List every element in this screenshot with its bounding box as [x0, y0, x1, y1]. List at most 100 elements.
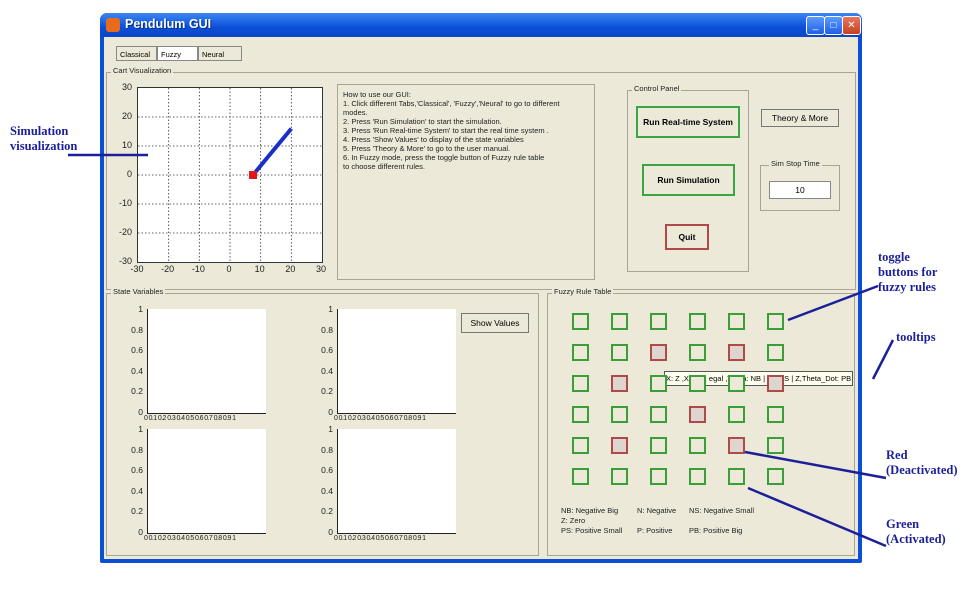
annotation-red-deactivated: Red (Deactivated) — [886, 448, 958, 478]
y-tick-label: 0 — [328, 526, 333, 537]
legend-ns: NS: Negative Small — [689, 506, 755, 515]
y-tick-label: 0.2 — [131, 386, 143, 396]
fuzzy-rule-toggle-r5c4[interactable] — [689, 437, 706, 454]
fuzzy-rule-toggle-r4c2[interactable] — [611, 406, 628, 423]
instruction-line: 4. Press 'Show Values' to display of the… — [343, 135, 524, 144]
quit-button[interactable]: Quit — [665, 224, 709, 250]
fuzzy-rule-toggle-r5c2[interactable] — [611, 437, 628, 454]
fuzzy-rule-toggle-r2c4[interactable] — [689, 344, 706, 361]
x-tick-label: 20 — [285, 264, 296, 274]
fuzzy-rule-toggle-r2c3[interactable] — [650, 344, 667, 361]
y-tick-label: 0.6 — [131, 345, 143, 355]
y-tick-label: 0 — [126, 169, 132, 179]
x-tick-label: 30 — [316, 264, 327, 274]
fuzzy-rule-toggle-r4c4[interactable] — [689, 406, 706, 423]
fuzzy-rule-toggle-r5c5[interactable] — [728, 437, 745, 454]
fuzzy-rule-toggle-r6c2[interactable] — [611, 468, 628, 485]
fuzzy-rule-toggle-r3c5[interactable] — [728, 375, 745, 392]
state-plot — [337, 309, 456, 414]
x-tick-label: 10 — [254, 264, 265, 274]
close-icon[interactable]: ✕ — [842, 16, 861, 35]
fuzzy-rule-toggle-r1c4[interactable] — [689, 313, 706, 330]
fuzzy-rule-toggle-r6c5[interactable] — [728, 468, 745, 485]
tab-neural[interactable]: Neural — [198, 46, 242, 61]
y-tick-label: 10 — [121, 140, 132, 150]
title-bar[interactable]: Pendulum GUI _ □ ✕ — [100, 13, 862, 37]
y-tick-label: 1 — [328, 304, 333, 314]
fuzzy-rule-toggle-r6c6[interactable] — [767, 468, 784, 485]
pendulum-gui-window: Pendulum GUI _ □ ✕ Classical Fuzzy Neura… — [100, 13, 862, 563]
fuzzy-rule-toggle-r3c4[interactable] — [689, 375, 706, 392]
legend-z: Z: Zero — [561, 516, 586, 525]
annotation-line: buttons for — [878, 265, 938, 279]
window-client-area: Classical Fuzzy Neural Cart Visualizatio… — [104, 37, 858, 559]
fuzzy-rule-toggle-r3c1[interactable] — [572, 375, 589, 392]
annotation-line: visualization — [10, 139, 78, 153]
y-tick-label: 0.2 — [321, 386, 333, 396]
fuzzy-rule-toggle-r1c2[interactable] — [611, 313, 628, 330]
fuzzy-rule-toggle-r6c1[interactable] — [572, 468, 589, 485]
fuzzy-rule-toggle-r2c2[interactable] — [611, 344, 628, 361]
fuzzy-rule-toggle-r1c1[interactable] — [572, 313, 589, 330]
minimize-icon[interactable]: _ — [806, 16, 825, 35]
y-tick-label: -20 — [118, 227, 132, 237]
run-real-time-system-button[interactable]: Run Real-time System — [636, 106, 740, 138]
panel-label: Cart Visualization — [111, 66, 174, 75]
fuzzy-rule-toggle-r4c3[interactable] — [650, 406, 667, 423]
legend-nb: NB: Negative Big — [561, 506, 619, 515]
y-tick-label: 0.6 — [321, 345, 333, 355]
fuzzy-rule-toggle-r1c5[interactable] — [728, 313, 745, 330]
annotation-line: (Deactivated) — [886, 463, 958, 477]
y-tick-label: -10 — [118, 198, 132, 208]
y-tick-label: 1 — [138, 424, 143, 434]
y-tick-label: 0.4 — [321, 485, 333, 496]
fuzzy-rule-toggle-r4c6[interactable] — [767, 406, 784, 423]
x-tick-label: -20 — [161, 264, 175, 274]
instruction-line: modes. — [343, 108, 368, 117]
fuzzy-rule-toggle-r4c5[interactable] — [728, 406, 745, 423]
fuzzy-rule-toggle-r3c6[interactable] — [767, 375, 784, 392]
fuzzy-rule-toggle-r5c6[interactable] — [767, 437, 784, 454]
legend-pb: PB: Positive Big — [689, 526, 743, 535]
annotation-line: toggle — [878, 250, 910, 264]
fuzzy-rule-toggle-r6c4[interactable] — [689, 468, 706, 485]
tab-fuzzy[interactable]: Fuzzy — [157, 46, 198, 61]
fuzzy-rule-toggle-r1c3[interactable] — [650, 313, 667, 330]
fuzzy-rule-toggle-r2c1[interactable] — [572, 344, 589, 361]
annotation-green-activated: Green (Activated) — [886, 517, 946, 547]
y-tick-label: 1 — [138, 304, 143, 314]
y-tick-label: 1 — [328, 424, 333, 434]
cart-plot-canvas — [138, 88, 322, 262]
annotation-line: Green — [886, 517, 920, 531]
instruction-line: 3. Press 'Run Real-time System' to start… — [343, 126, 549, 135]
show-values-button[interactable]: Show Values — [461, 313, 529, 333]
fuzzy-rule-toggle-r6c3[interactable] — [650, 468, 667, 485]
y-tick-label: 0 — [138, 406, 143, 417]
instruction-line: 5. Press 'Theory & More' to go to the us… — [343, 144, 511, 153]
fuzzy-rule-toggle-r5c1[interactable] — [572, 437, 589, 454]
y-tick-label: 0.4 — [131, 365, 143, 376]
fuzzy-rule-toggle-r4c1[interactable] — [572, 406, 589, 423]
matlab-icon — [106, 18, 120, 32]
sim-stop-time-input[interactable]: 10 — [769, 181, 831, 199]
tab-classical[interactable]: Classical — [116, 46, 157, 61]
annotation-line: tooltips — [896, 330, 936, 344]
legend-p: P: Positive — [637, 526, 673, 535]
instruction-line: 2. Press 'Run Simulation' to start the s… — [343, 117, 502, 126]
y-tick-label: 30 — [121, 82, 132, 92]
fuzzy-rule-toggle-r5c3[interactable] — [650, 437, 667, 454]
fuzzy-rule-toggle-r3c3[interactable] — [650, 375, 667, 392]
instructions-heading: How to use our GUI: — [343, 90, 411, 99]
instructions-box: How to use our GUI: 1. Click different T… — [337, 84, 595, 280]
annotation-line: Simulation — [10, 124, 69, 138]
maximize-icon[interactable]: □ — [824, 16, 843, 35]
fuzzy-rule-toggle-r2c5[interactable] — [728, 344, 745, 361]
fuzzy-rule-toggle-r2c6[interactable] — [767, 344, 784, 361]
run-simulation-button[interactable]: Run Simulation — [642, 164, 735, 196]
cart-plot — [137, 87, 323, 263]
fuzzy-rule-toggle-r3c2[interactable] — [611, 375, 628, 392]
state-plot — [147, 429, 266, 534]
instruction-line: to choose different rules. — [343, 162, 425, 171]
theory-and-more-button[interactable]: Theory & More — [761, 109, 839, 127]
fuzzy-rule-toggle-r1c6[interactable] — [767, 313, 784, 330]
